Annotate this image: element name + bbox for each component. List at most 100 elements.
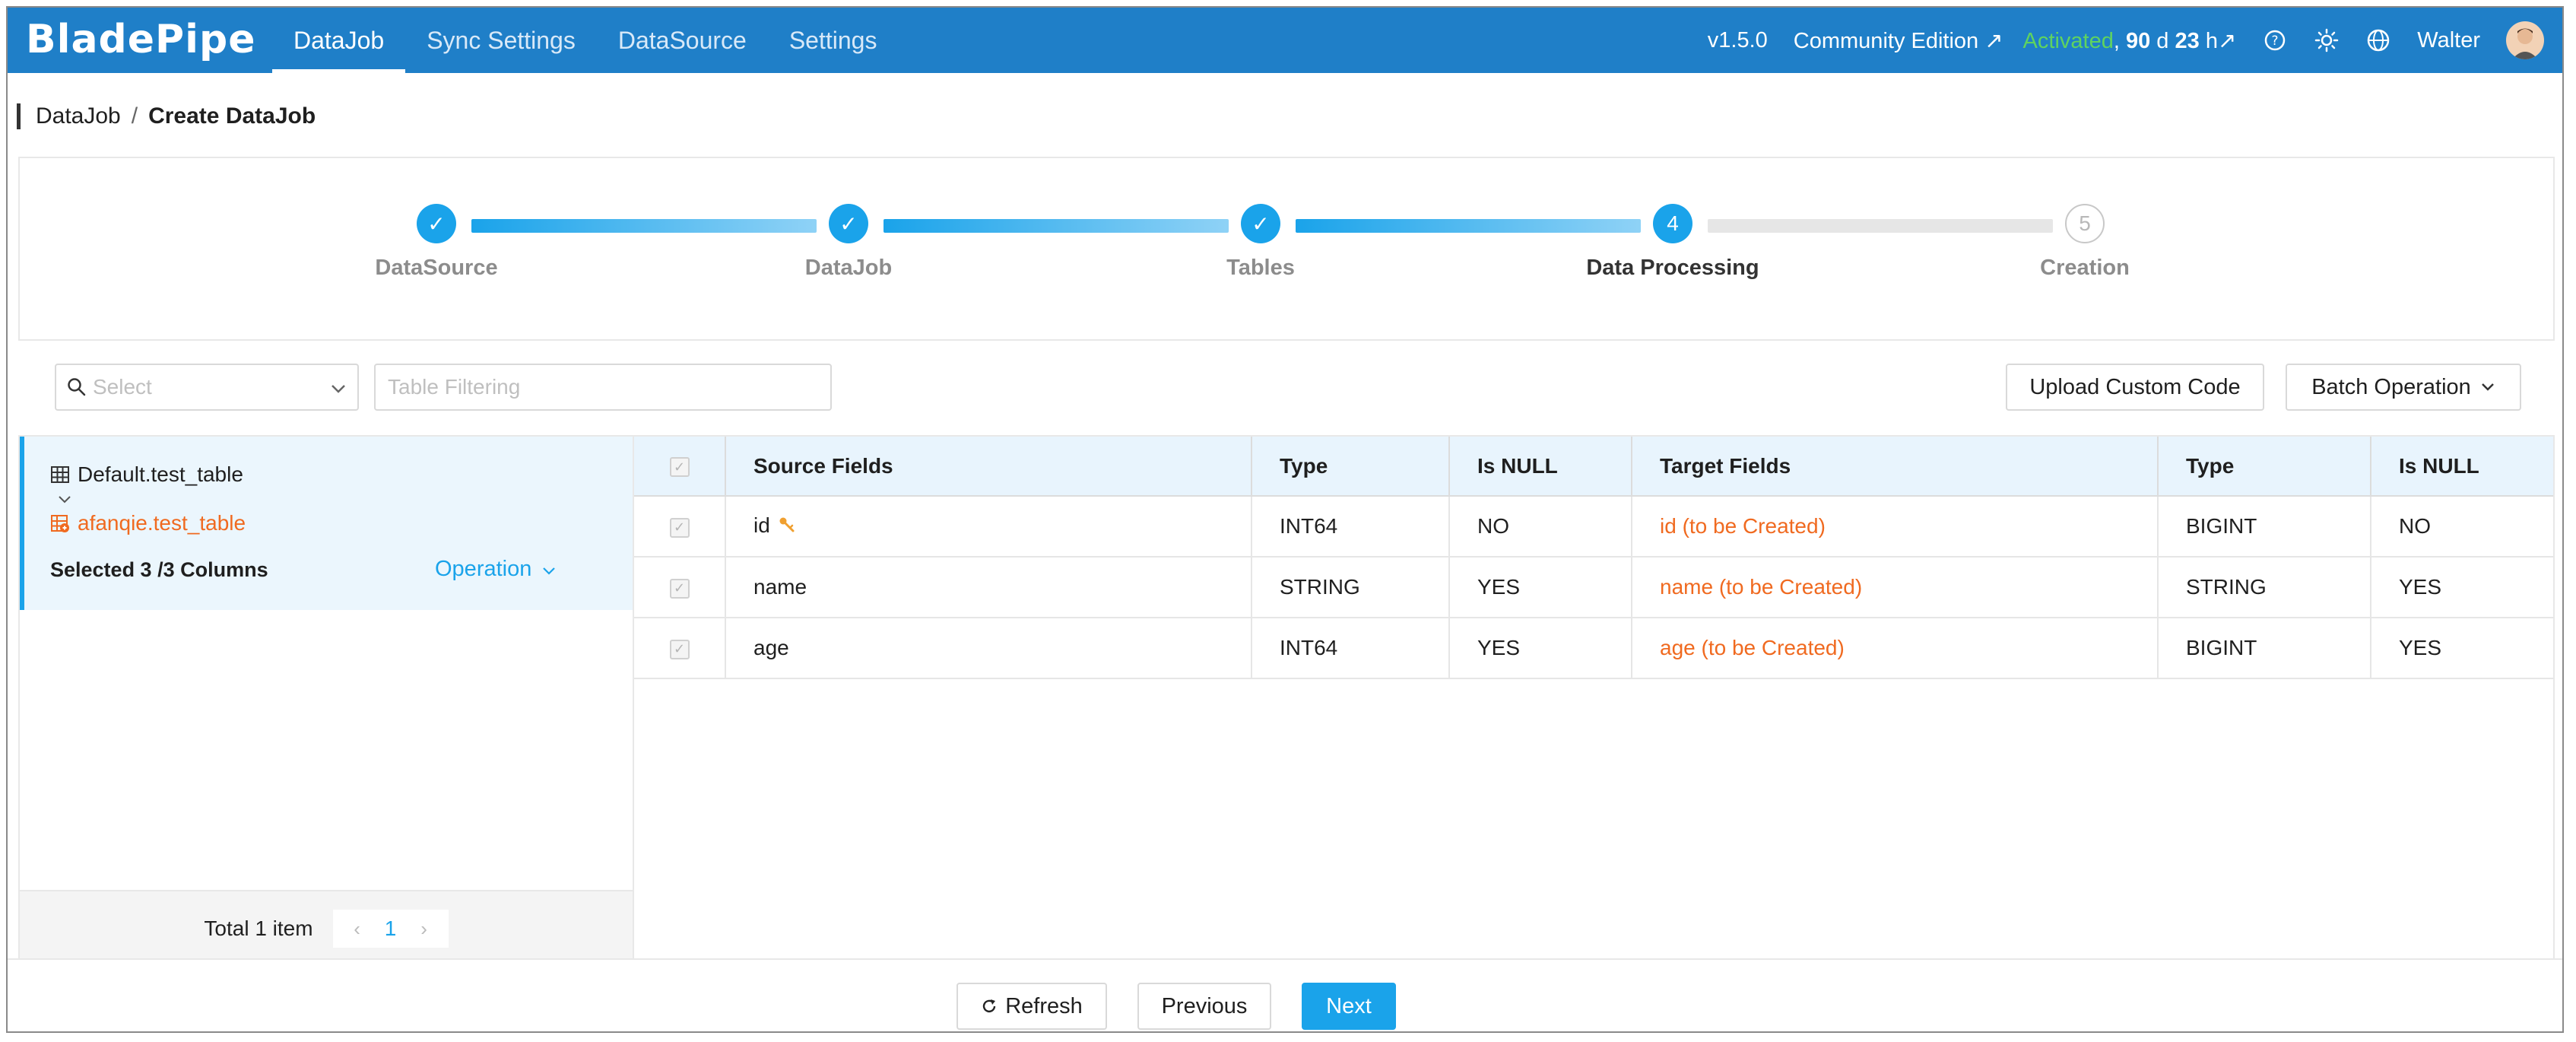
checkbox-icon[interactable]: ✓: [669, 517, 690, 538]
nav-item-datasource[interactable]: DataSource: [597, 8, 768, 73]
step-label: DataSource: [375, 256, 498, 280]
page-number[interactable]: 1: [374, 917, 408, 941]
step-label: DataJob: [804, 256, 893, 280]
nav-item-sync-settings[interactable]: Sync Settings: [405, 8, 597, 73]
checkbox-icon[interactable]: ✓: [669, 457, 690, 478]
step-number: 4: [1653, 204, 1692, 243]
target-field: name (to be Created): [1632, 557, 2159, 618]
row-checkbox-cell[interactable]: ✓: [634, 557, 726, 618]
source-type: STRING: [1252, 557, 1450, 618]
table-list-item[interactable]: Default.test_table afanqie.test_table Se…: [20, 437, 633, 610]
globe-icon[interactable]: [2365, 27, 2391, 53]
select-placeholder: Select: [93, 375, 152, 399]
previous-button[interactable]: Previous: [1137, 983, 1271, 1030]
target-is-null: YES: [2371, 557, 2553, 618]
chevron-down-icon: [542, 567, 556, 576]
app-window: BladePipe DataJob Sync Settings DataSour…: [6, 6, 2564, 1033]
checkbox-icon[interactable]: ✓: [669, 639, 690, 659]
target-type: BIGINT: [2158, 496, 2371, 558]
next-button[interactable]: Next: [1302, 983, 1396, 1030]
header-source-is-null: Is NULL: [1449, 437, 1632, 497]
check-icon: ✓: [1241, 204, 1280, 243]
target-type: STRING: [2158, 557, 2371, 618]
refresh-icon: [981, 998, 998, 1015]
breadcrumb: DataJob / Create DataJob: [17, 103, 316, 129]
header-source-fields: Source Fields: [725, 437, 1252, 497]
step-creation: 5 Creation: [1971, 204, 2199, 281]
user-name[interactable]: Walter: [2417, 28, 2480, 53]
license-link-icon: ↗: [2217, 28, 2237, 53]
header-target-is-null: Is NULL: [2371, 437, 2553, 497]
license-days-value: 90: [2125, 28, 2151, 53]
row-checkbox-cell[interactable]: ✓: [634, 496, 726, 558]
license-status[interactable]: Activated, 90 d 23 h↗: [2023, 27, 2237, 54]
column-mapping-panel: ✓ Source Fields Type Is NULL Target Fiel…: [633, 435, 2555, 967]
step-datasource: ✓ DataSource: [322, 204, 550, 281]
operation-label: Operation: [435, 557, 532, 581]
step-label: Data Processing: [1586, 256, 1759, 280]
source-type: INT64: [1252, 496, 1450, 558]
table-row: ✓ id INT64 NO id (to be Created) BIGINT …: [634, 496, 2553, 558]
svg-text:?: ?: [2272, 33, 2279, 49]
column-mapping-table: ✓ Source Fields Type Is NULL Target Fiel…: [634, 437, 2553, 679]
breadcrumb-parent[interactable]: DataJob: [36, 103, 121, 129]
batch-operation-button[interactable]: Batch Operation: [2286, 364, 2521, 411]
target-field: id (to be Created): [1632, 496, 2159, 558]
check-icon: ✓: [829, 204, 868, 243]
step-data-processing: 4 Data Processing: [1559, 204, 1787, 281]
pagination: Total 1 item ‹ 1 ›: [20, 890, 633, 966]
selected-columns-count: Selected 3 /3 Columns: [50, 558, 268, 581]
checkbox-icon[interactable]: ✓: [669, 578, 690, 599]
source-is-null: NO: [1449, 496, 1632, 558]
sun-icon[interactable]: [2314, 27, 2340, 53]
nav-item-datajob[interactable]: DataJob: [272, 8, 406, 73]
table-row: ✓ age INT64 YES age (to be Created) BIGI…: [634, 618, 2553, 679]
source-is-null: YES: [1449, 618, 1632, 679]
chevron-down-icon: [330, 375, 347, 399]
source-field-name: id: [753, 513, 770, 538]
breadcrumb-separator: /: [131, 103, 138, 129]
footer-actions: Refresh Previous Next: [8, 958, 2562, 1031]
pager-controls: ‹ 1 ›: [332, 910, 449, 948]
step-label: Creation: [2040, 256, 2130, 280]
refresh-button[interactable]: Refresh: [956, 983, 1107, 1030]
app-logo[interactable]: BladePipe: [26, 17, 255, 62]
search-icon: [67, 377, 87, 397]
header-target-type: Type: [2158, 437, 2371, 497]
target-table-name: afanqie.test_table: [78, 511, 246, 535]
select-all-checkbox-cell[interactable]: ✓: [634, 437, 726, 497]
edition-link[interactable]: Community Edition ↗: [1794, 27, 2003, 54]
activated-label: Activated: [2022, 28, 2114, 53]
step-label: Tables: [1226, 256, 1295, 280]
nav-item-settings[interactable]: Settings: [768, 8, 899, 73]
chevron-left-icon[interactable]: ‹: [341, 917, 374, 941]
steps-card: ✓ DataSource ✓ DataJob ✓ Tables 4 Data P…: [18, 157, 2555, 341]
upload-custom-code-button[interactable]: Upload Custom Code: [2006, 364, 2264, 411]
target-is-null: NO: [2371, 496, 2553, 558]
target-is-null: YES: [2371, 618, 2553, 679]
check-icon: ✓: [417, 204, 456, 243]
new-table-icon: [50, 513, 70, 533]
datasource-select[interactable]: Select: [55, 364, 359, 411]
source-is-null: YES: [1449, 557, 1632, 618]
breadcrumb-current: Create DataJob: [148, 103, 316, 129]
step-number: 5: [2065, 204, 2105, 243]
operation-dropdown[interactable]: Operation: [435, 557, 556, 582]
source-table-row: Default.test_table: [50, 462, 243, 487]
header-target-fields: Target Fields: [1632, 437, 2159, 497]
batch-operation-label: Batch Operation: [2311, 374, 2471, 399]
external-link-icon: ↗: [1984, 28, 2003, 53]
chevron-right-icon[interactable]: ›: [408, 917, 441, 941]
edition-label: Community Edition: [1793, 28, 1979, 53]
avatar[interactable]: [2506, 21, 2544, 59]
top-navbar: BladePipe DataJob Sync Settings DataSour…: [8, 8, 2562, 73]
license-hours-unit: h: [2205, 28, 2218, 53]
table-filter-input[interactable]: [374, 364, 832, 411]
source-table-name: Default.test_table: [78, 462, 243, 486]
license-comma: ,: [2113, 28, 2120, 53]
row-checkbox-cell[interactable]: ✓: [634, 618, 726, 679]
top-right-area: v1.5.0 Community Edition ↗ Activated, 90…: [1682, 8, 2544, 73]
help-icon[interactable]: ?: [2262, 27, 2288, 53]
table-list-panel: Default.test_table afanqie.test_table Se…: [18, 435, 634, 967]
main-nav: DataJob Sync Settings DataSource Setting…: [272, 8, 898, 73]
